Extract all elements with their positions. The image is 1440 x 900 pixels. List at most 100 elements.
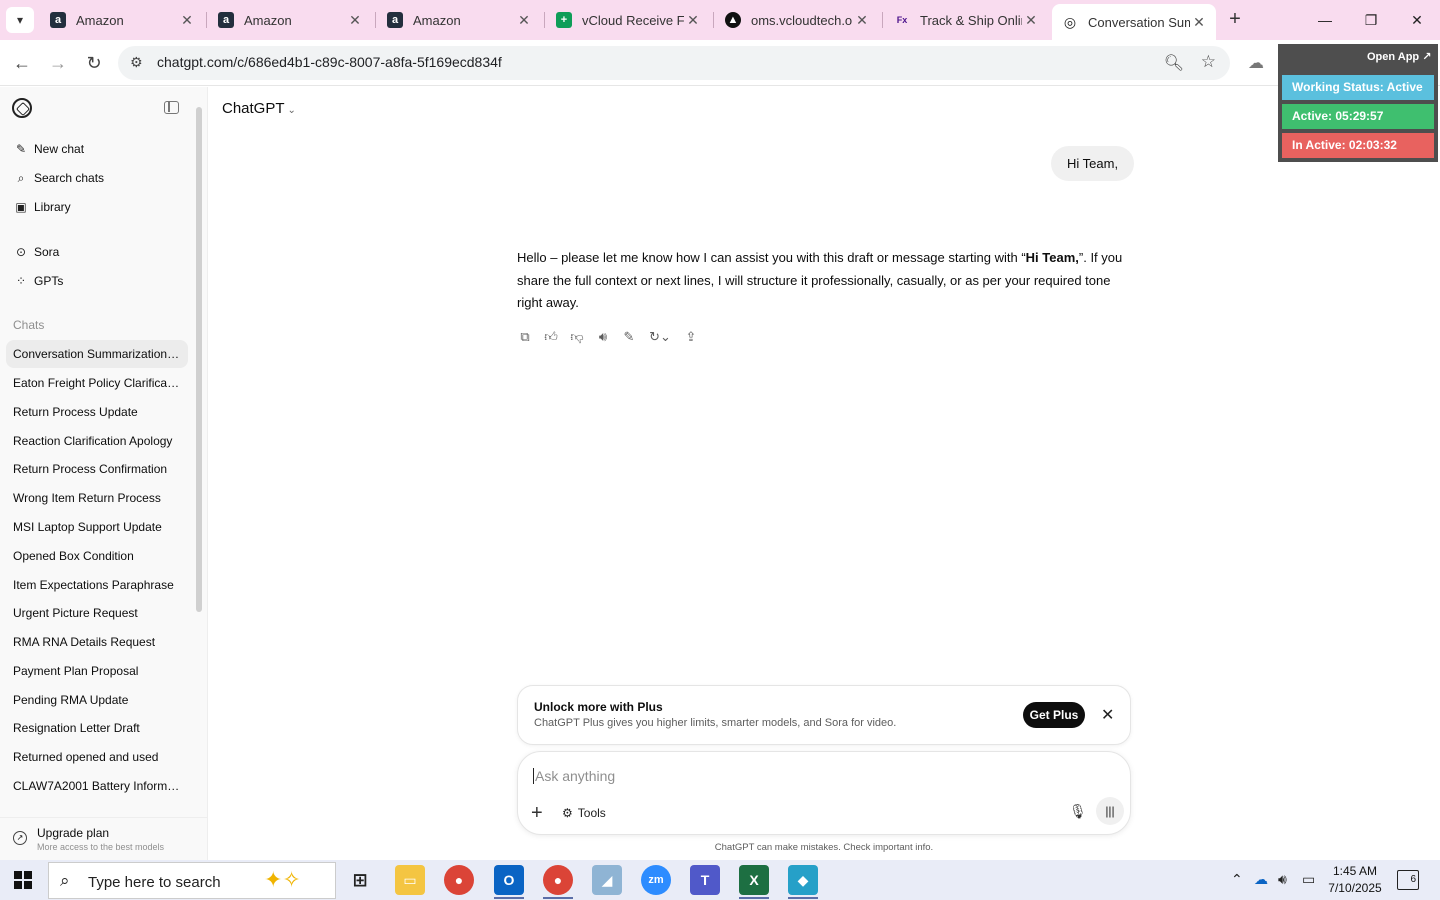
windows-start-icon[interactable] xyxy=(14,871,32,889)
chat-list-item[interactable]: Payment Plan Proposal xyxy=(6,657,188,685)
file-explorer-icon[interactable]: ▭ xyxy=(395,865,425,895)
browser-tab[interactable]: Fx Track & Ship Onlin ✕ xyxy=(884,4,1048,36)
close-icon[interactable]: ✕ xyxy=(346,12,364,29)
chat-list-item[interactable]: RMA RNA Details Request xyxy=(6,628,188,656)
sidebar-scrollbar[interactable] xyxy=(196,107,202,612)
chat-list-item[interactable]: Pending RMA Update xyxy=(6,686,188,714)
tools-button[interactable]: ⚙ Tools xyxy=(562,806,606,820)
new-tab-button[interactable]: + xyxy=(1222,8,1248,32)
prompt-input[interactable]: Ask anything xyxy=(533,768,615,784)
tab-search-menu-button[interactable]: ▾ xyxy=(6,7,34,33)
disclaimer-text: ChatGPT can make mistakes. Check importa… xyxy=(714,842,934,853)
add-attachment-icon[interactable]: + xyxy=(531,802,543,825)
site-info-icon[interactable]: ⚙ xyxy=(130,54,143,71)
outlook-icon[interactable]: O xyxy=(494,865,524,895)
chat-title: RMA RNA Details Request xyxy=(13,635,156,649)
address-bar[interactable]: ⚙ chatgpt.com/c/686ed4b1-c89c-8007-a8fa-… xyxy=(118,46,1230,80)
chat-list-item[interactable]: Resignation Letter Draft xyxy=(6,714,188,742)
taskbar-search[interactable]: ⌕ Type here to search ✦✧ xyxy=(48,862,336,899)
chat-list-item[interactable]: MSI Laptop Support Update xyxy=(6,513,188,541)
get-plus-button[interactable]: Get Plus xyxy=(1023,702,1085,728)
close-icon[interactable]: ✕ xyxy=(178,12,196,29)
chat-main: ChatGPT ⌄ Hi Team, Hello – please let me … xyxy=(208,87,1440,860)
model-selector[interactable]: ChatGPT ⌄ xyxy=(222,100,296,117)
network-icon[interactable]: ▭ xyxy=(1302,871,1315,888)
minimize-button[interactable]: — xyxy=(1302,8,1348,32)
back-button[interactable]: ← xyxy=(10,51,34,75)
chevron-down-icon: ⌄ xyxy=(287,105,296,116)
plus-upsell-banner: Unlock more with Plus ChatGPT Plus gives… xyxy=(517,685,1131,745)
notification-center-icon[interactable]: 6 xyxy=(1397,870,1419,890)
chat-list-item[interactable]: Return Process Update xyxy=(6,398,188,426)
task-view-icon[interactable]: ⊞ xyxy=(345,865,375,895)
browser-tab[interactable]: a Amazon ✕ xyxy=(208,4,372,36)
copy-icon[interactable]: ⧉ xyxy=(517,328,533,346)
app-icon[interactable]: ◆ xyxy=(788,865,818,895)
open-app-link[interactable]: Open App ↗ xyxy=(1367,50,1431,63)
chat-list-item[interactable]: Reaction Clarification Apology xyxy=(6,427,188,455)
tab-title: Amazon xyxy=(413,12,461,28)
app-icon[interactable]: ◢ xyxy=(592,865,622,895)
chat-list-item[interactable]: Returned opened and used xyxy=(6,743,188,771)
tab-title: Track & Ship Onlin xyxy=(920,12,1022,28)
chat-list-item[interactable]: Return Process Confirmation xyxy=(6,455,188,483)
microphone-icon[interactable]: 🎙︎ xyxy=(1069,803,1087,820)
close-icon[interactable]: ✕ xyxy=(1101,705,1114,725)
tab-title: vCloud Receive Fil xyxy=(582,12,684,28)
browser-tab[interactable]: ▲ oms.vcloudtech.or ✕ xyxy=(715,4,879,36)
message-composer[interactable]: Ask anything + ⚙ Tools 🎙︎ ||| xyxy=(517,751,1131,835)
share-icon[interactable]: ⇪ xyxy=(683,328,699,346)
sidebar-item-new-chat[interactable]: ✎ New chat xyxy=(6,135,188,163)
chat-list-item[interactable]: Item Expectations Paraphrase xyxy=(6,571,188,599)
zoom-app-icon[interactable]: zm xyxy=(641,865,671,895)
sidebar-item-gpts[interactable]: ⁘ GPTs xyxy=(6,267,188,295)
bookmark-star-icon[interactable]: ☆ xyxy=(1201,52,1216,72)
voice-mode-icon[interactable]: ||| xyxy=(1096,797,1124,825)
browser-tab[interactable]: + vCloud Receive Fil ✕ xyxy=(546,4,710,36)
system-clock[interactable]: 1:45 AM 7/10/2025 xyxy=(1326,863,1384,897)
browser-toolbar: ← → ↻ ⚙ chatgpt.com/c/686ed4b1-c89c-8007… xyxy=(0,40,1440,86)
browser-tab-active[interactable]: ◎ Conversation Sum ✕ xyxy=(1052,4,1216,40)
sidebar-item-sora[interactable]: ⊙ Sora xyxy=(6,238,188,266)
sidebar-toggle-icon[interactable] xyxy=(164,101,179,114)
chat-list-item[interactable]: Eaton Freight Policy Clarification xyxy=(6,369,188,397)
volume-icon[interactable]: 🔊︎ xyxy=(1278,871,1287,888)
edit-icon[interactable]: ✎ xyxy=(621,328,637,346)
close-icon[interactable]: ✕ xyxy=(515,12,533,29)
browser-tab[interactable]: a Amazon ✕ xyxy=(377,4,541,36)
tab-separator xyxy=(882,12,883,28)
regenerate-icon[interactable]: ↻⌄ xyxy=(647,328,673,346)
extension-icon[interactable]: ☁ xyxy=(1248,53,1264,73)
sidebar-item-search-chats[interactable]: ⌕ Search chats xyxy=(6,164,188,192)
thumbs-down-icon[interactable]: 👎︎ xyxy=(569,328,585,346)
url-text[interactable]: chatgpt.com/c/686ed4b1-c89c-8007-a8fa-5f… xyxy=(157,54,502,70)
chrome-profile-icon[interactable]: ● xyxy=(543,865,573,895)
chat-list-item-active[interactable]: Conversation Summarization A... xyxy=(6,340,188,368)
chat-list-item[interactable]: CLAW7A2001 Battery Informat... xyxy=(6,772,188,800)
teams-icon[interactable]: T xyxy=(690,865,720,895)
thumbs-up-icon[interactable]: 👍︎ xyxy=(543,328,559,346)
close-window-button[interactable]: ✕ xyxy=(1394,8,1440,32)
chat-list-item[interactable]: Opened Box Condition xyxy=(6,542,188,570)
zoom-icon[interactable]: 🔍︎ xyxy=(1164,53,1184,73)
upgrade-plan-button[interactable]: ↗ Upgrade plan More access to the best m… xyxy=(0,817,207,860)
browser-tab[interactable]: a Amazon ✕ xyxy=(40,4,204,36)
work-status-widget: Open App ↗ Working Status: Active Active… xyxy=(1278,44,1438,162)
close-icon[interactable]: ✕ xyxy=(853,12,871,29)
chatgpt-logo-icon[interactable] xyxy=(12,98,32,118)
close-icon[interactable]: ✕ xyxy=(1022,12,1040,29)
forward-button[interactable]: → xyxy=(46,51,70,75)
excel-icon[interactable]: X xyxy=(739,865,769,895)
reload-button[interactable]: ↻ xyxy=(82,51,106,75)
chat-list-item[interactable]: Wrong Item Return Process xyxy=(6,484,188,512)
chevron-up-icon[interactable]: ⌃ xyxy=(1231,871,1243,888)
close-icon[interactable]: ✕ xyxy=(684,12,702,29)
taskbar-search-placeholder: Type here to search xyxy=(88,874,221,891)
chrome-icon[interactable]: ● xyxy=(444,865,474,895)
read-aloud-icon[interactable]: 🔊︎ xyxy=(595,328,611,346)
chat-list-item[interactable]: Urgent Picture Request xyxy=(6,599,188,627)
close-icon[interactable]: ✕ xyxy=(1190,14,1208,31)
onedrive-icon[interactable]: ☁ xyxy=(1254,871,1268,888)
restore-button[interactable]: ❐ xyxy=(1348,8,1394,32)
sidebar-item-library[interactable]: ▣ Library xyxy=(6,193,188,221)
